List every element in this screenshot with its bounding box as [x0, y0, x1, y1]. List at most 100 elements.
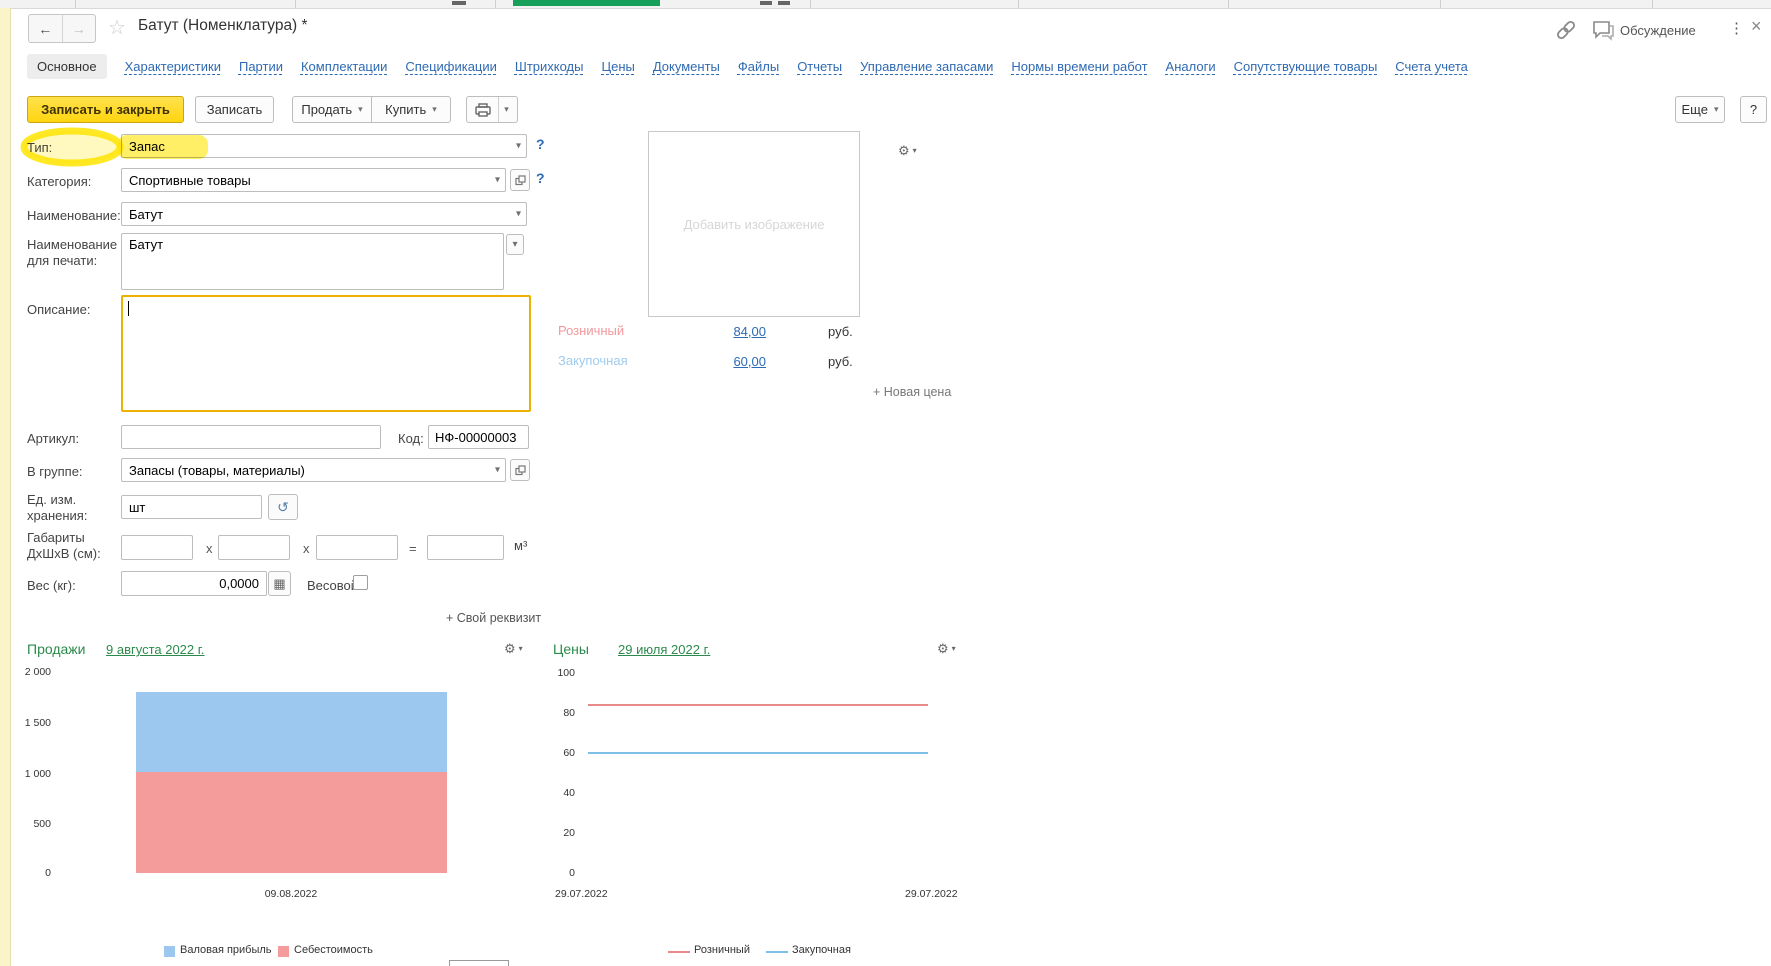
dim-length-field[interactable]: [121, 535, 193, 560]
price-line-purchase[interactable]: [588, 752, 928, 754]
tab-scheta-ucheta[interactable]: Счета учета: [1395, 59, 1468, 74]
progress-green-bar: [513, 0, 660, 6]
chevron-down-icon[interactable]: ▾: [495, 465, 500, 476]
prices-ytick: 100: [557, 667, 575, 679]
tab-soputstvuyushchie[interactable]: Сопутствующие товары: [1234, 59, 1378, 74]
tab-osnovnoe[interactable]: Основное: [27, 53, 107, 79]
dim-height-field[interactable]: [316, 535, 398, 560]
name-field[interactable]: Батут ▾: [121, 202, 527, 226]
group-field[interactable]: Запасы (товары, материалы) ▾: [121, 458, 506, 482]
group-label: В группе:: [27, 464, 83, 479]
category-open-button[interactable]: [510, 169, 530, 191]
type-label: Тип:: [27, 140, 53, 155]
legend-label-gross-profit: Валовая прибыль: [180, 944, 272, 956]
sales-chart-date-link[interactable]: 9 августа 2022 г.: [106, 642, 205, 657]
prices-chart-date-link[interactable]: 29 июля 2022 г.: [618, 642, 710, 657]
type-help-icon[interactable]: ?: [536, 136, 545, 152]
forward-icon: →: [71, 20, 86, 37]
tab-komplektacii[interactable]: Комплектации: [301, 59, 387, 74]
chevron-down-icon[interactable]: ▾: [516, 141, 521, 152]
image-placeholder: Добавить изображение: [683, 216, 825, 232]
kebab-menu-icon[interactable]: ⋮: [1729, 19, 1744, 37]
chevron-down-icon: ▾: [512, 239, 518, 250]
group-open-button[interactable]: [510, 459, 530, 481]
dim-sep-2: х: [303, 541, 310, 556]
tab-analogi[interactable]: Аналоги: [1166, 59, 1216, 74]
background-table-sliver: [0, 0, 1771, 9]
prices-chart-gear[interactable]: ⚙ ▾: [937, 641, 956, 657]
bar-segment-profit[interactable]: [136, 692, 447, 772]
app-window: ← → ☆ Батут (Номенклатура) * Обсуждение …: [0, 0, 1771, 966]
link-icon[interactable]: [1553, 17, 1579, 43]
prices-ytick: 40: [563, 787, 575, 799]
product-image-dropzone[interactable]: Добавить изображение: [648, 131, 860, 317]
weight-label: Вес (кг):: [27, 578, 76, 593]
sell-button[interactable]: Продать ▾: [292, 96, 372, 123]
left-edge-strip: [0, 8, 11, 966]
calculator-icon: ▦: [273, 575, 286, 591]
weight-calculator-button[interactable]: ▦: [268, 571, 291, 596]
favorite-star-icon[interactable]: ☆: [108, 15, 126, 40]
add-price-link[interactable]: + Новая цена: [873, 385, 951, 399]
price-line-retail[interactable]: [588, 704, 928, 706]
tab-harakteristiki[interactable]: Характеристики: [125, 59, 221, 74]
more-button[interactable]: Еще ▾: [1675, 96, 1725, 123]
sales-ytick: 500: [33, 818, 51, 830]
legend-swatch-cost: [278, 946, 289, 957]
print-button[interactable]: ▾: [466, 96, 518, 123]
tab-specifikacii[interactable]: Спецификации: [405, 59, 497, 74]
prices-xtick-right: 29.07.2022: [905, 888, 958, 900]
save-button[interactable]: Записать: [195, 96, 274, 123]
back-button[interactable]: ←: [29, 15, 63, 42]
image-settings-gear[interactable]: ⚙ ▾: [898, 143, 917, 159]
help-button[interactable]: ?: [1740, 96, 1767, 123]
price-row-name: Закупочная: [558, 353, 628, 368]
discussion-icon[interactable]: [1590, 18, 1616, 42]
chevron-down-icon: ▾: [432, 104, 437, 114]
tab-shtrihkody[interactable]: Штрихкоды: [515, 59, 584, 74]
legend-line-retail: [668, 951, 690, 953]
tab-upravlenie-zapasami[interactable]: Управление запасами: [860, 59, 993, 74]
unit-history-button[interactable]: ↺: [268, 494, 298, 520]
print-name-field[interactable]: Батут: [121, 233, 504, 290]
tab-otchety[interactable]: Отчеты: [797, 59, 842, 74]
tab-partii[interactable]: Партии: [239, 59, 283, 74]
code-field[interactable]: НФ-00000003: [428, 425, 529, 449]
tab-dokumenty[interactable]: Документы: [653, 59, 720, 74]
purchase-price-link[interactable]: 60,00: [696, 354, 766, 369]
description-field[interactable]: [121, 295, 531, 412]
article-field[interactable]: [121, 425, 381, 449]
bar-segment-cost[interactable]: [136, 772, 447, 873]
category-help-icon[interactable]: ?: [536, 170, 545, 186]
sales-chart-gear[interactable]: ⚙ ▾: [504, 641, 523, 657]
dim-volume-field[interactable]: [427, 535, 504, 560]
unit-field[interactable]: шт: [121, 495, 262, 519]
sales-ytick: 1 500: [24, 717, 51, 729]
retail-price-link[interactable]: 84,00: [696, 324, 766, 339]
print-name-dropdown-button[interactable]: ▾: [506, 234, 524, 255]
type-field[interactable]: Запас ▾: [121, 134, 527, 158]
page-title: Батут (Номенклатура) *: [138, 17, 308, 34]
save-and-close-button[interactable]: Записать и закрыть: [27, 96, 184, 123]
tab-faily[interactable]: Файлы: [738, 59, 779, 74]
gear-icon: ⚙: [504, 641, 516, 656]
weight-field[interactable]: 0,0000: [121, 571, 267, 596]
sales-ytick: 2 000: [24, 666, 51, 678]
tab-ceny[interactable]: Цены: [601, 59, 634, 74]
purchase-currency: руб.: [828, 354, 853, 369]
open-icon: [514, 174, 526, 185]
buy-button[interactable]: Купить ▾: [371, 96, 451, 123]
dim-width-field[interactable]: [218, 535, 290, 560]
custom-attribute-link[interactable]: + Свой реквизит: [446, 611, 541, 625]
discussion-label[interactable]: Обсуждение: [1620, 23, 1696, 38]
sales-ytick: 0: [45, 867, 51, 879]
weighted-checkbox[interactable]: [353, 575, 368, 590]
chevron-down-icon[interactable]: ▾: [516, 209, 521, 220]
category-field[interactable]: Спортивные товары ▾: [121, 168, 506, 192]
close-icon[interactable]: ×: [1751, 16, 1762, 37]
tab-normy-vremeni[interactable]: Нормы времени работ: [1011, 59, 1147, 74]
legend-line-purchase: [766, 951, 788, 953]
forward-button[interactable]: →: [63, 15, 96, 42]
gear-icon: ⚙: [898, 143, 910, 158]
chevron-down-icon[interactable]: ▾: [495, 175, 500, 186]
